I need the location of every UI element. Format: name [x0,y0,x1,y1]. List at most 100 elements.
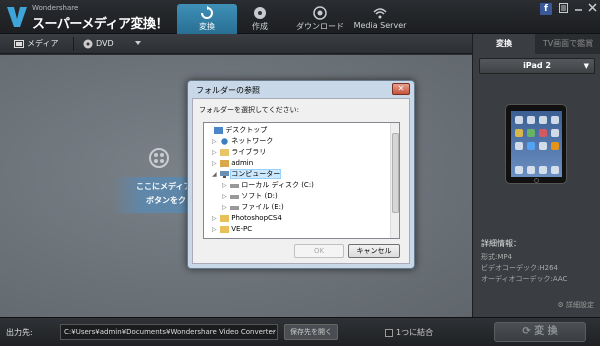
device-select-value: iPad 2 [523,61,551,70]
download-icon [313,6,327,20]
drop-hint-line1: ここにメディア [136,182,192,191]
tree-expander[interactable]: ▷ [212,213,218,224]
gear-icon: ⚙ [557,301,564,309]
toolbar-divider [73,37,74,51]
tree-item-drive-e[interactable]: ▷ ファイル (E:) [222,202,284,213]
output-label: 出力先: [6,328,33,337]
device-screen [511,111,562,177]
device-select[interactable]: iPad 2 ▼ [479,58,595,74]
tab-download-label: ダウンロード [296,22,344,31]
advanced-settings-link[interactable]: ⚙ 詳細設定 [557,300,594,310]
output-path-field[interactable]: C:¥Users¥admin¥Documents¥Wondershare Vid… [60,324,278,340]
tree-expander[interactable]: ▷ [222,202,228,213]
dialog-close-button[interactable]: ✕ [392,83,410,95]
drop-hint-line2: ボタンをク [146,196,186,205]
tree-expander[interactable]: ▷ [212,136,218,147]
tree-item-label: ローカル ディスク (C:) [241,181,314,189]
tree-expander[interactable]: ▷ [222,191,228,202]
dialog-body: フォルダーを選択してください: デスクトップ ▷ ネットワーク ▷ ライブラリ … [192,98,410,264]
tree-expander[interactable]: ◢ [212,169,218,180]
convert-button[interactable]: ⟳ 変 換 [494,322,586,342]
tree-expander[interactable]: ▷ [212,158,218,169]
device-preview-image [505,104,567,184]
dvd-dropdown-button[interactable] [134,37,142,51]
user-folder-icon [220,159,230,167]
tree-expander[interactable]: ▷ [212,224,218,235]
brand-title: スーパーメディア変換！ [32,17,168,32]
tree-expander[interactable]: ▷ [222,180,228,191]
drive-icon [230,183,240,188]
tree-item-label: コンピューター [230,169,282,179]
folder-icon [220,225,230,233]
tree-item-drive-d[interactable]: ▷ ソフト (D:) [222,191,278,202]
tab-output-convert[interactable]: 変換 [473,34,535,54]
minimize-icon[interactable] [572,3,584,15]
tab-convert-label: 変換 [199,22,215,31]
network-icon [221,137,228,145]
browse-path-button[interactable]: ··· [269,328,276,336]
merge-label: 1つに結合 [396,328,434,337]
ok-button[interactable]: OK [294,244,344,258]
open-folder-button[interactable]: 保存先を開く [284,324,338,340]
tab-download[interactable]: ダウンロード [290,4,350,34]
facebook-icon[interactable]: f [540,3,552,15]
tree-item-desktop[interactable]: デスクトップ [206,125,267,136]
merge-checkbox[interactable]: 1つに結合 [385,327,433,338]
dvd-icon [83,39,93,48]
tab-create[interactable]: 作成 [230,4,290,34]
tree-item-computer[interactable]: ◢ コンピューター [212,169,282,180]
chevron-down-icon [135,41,141,45]
scrollbar-thumb[interactable] [392,133,399,213]
convert-icon [201,6,213,19]
tree-item-label: PhotoshopCS4 [231,214,282,222]
drive-icon [230,194,240,199]
film-icon [149,148,169,168]
tree-scrollbar[interactable] [390,123,399,238]
cancel-button[interactable]: キャンセル [348,244,400,258]
dialog-instruction: フォルダーを選択してください: [199,106,299,114]
details-title: 詳細情報： [481,239,521,248]
tree-item-admin[interactable]: ▷ admin [212,158,253,169]
tab-media-server[interactable]: Media Server [350,4,410,34]
disc-icon [254,7,266,19]
tree-item-network[interactable]: ▷ ネットワーク [212,136,273,147]
load-dvd-button[interactable]: DVD [83,37,114,51]
tree-item-label: デスクトップ [225,126,268,134]
tree-item-label: admin [231,159,254,167]
tab-tv-view[interactable]: TV画面で鑑賞 [535,34,600,54]
tree-expander[interactable]: ▷ [212,147,218,158]
output-path-value: C:¥Users¥admin¥Documents¥Wondershare Vid… [64,328,277,336]
app-header: Wondershare スーパーメディア変換！ 変換 作成 ダウンロード Med… [0,0,600,34]
tab-create-label: 作成 [252,22,268,31]
menu-icon[interactable] [557,3,569,15]
tab-media-server-label: Media Server [353,21,407,30]
library-icon [220,148,230,156]
tree-item-label: ファイル (E:) [241,203,284,211]
home-button-icon [534,178,539,183]
wifi-icon [373,8,387,19]
tree-item-library[interactable]: ▷ ライブラリ [212,147,266,158]
folder-tree[interactable]: デスクトップ ▷ ネットワーク ▷ ライブラリ ▷ admin ◢ コンピュータ… [203,122,400,239]
add-media-button[interactable]: メディア [14,37,58,51]
tree-item-label: ソフト (D:) [241,192,278,200]
folder-icon [220,214,230,222]
bottom-bar: 出力先: C:¥Users¥admin¥Documents¥Wondershar… [0,317,600,346]
convert-label: 変 換 [534,326,558,337]
brand-company: Wondershare [32,4,79,12]
tree-item-ve-pc[interactable]: ▷ VE-PC [212,224,252,235]
checkbox-icon [385,328,393,337]
tree-item-photoshop[interactable]: ▷ PhotoshopCS4 [212,213,282,224]
dialog-title: フォルダーの参照 [196,86,260,95]
toolbar: メディア DVD [0,34,472,54]
advanced-settings-label: 詳細設定 [566,301,594,309]
add-media-label: メディア [27,39,59,48]
browse-folder-dialog: フォルダーの参照 ✕ フォルダーを選択してください: デスクトップ ▷ ネットワ… [187,80,415,269]
add-media-icon [14,39,24,48]
computer-icon [220,170,230,178]
app-logo-icon [7,7,27,27]
tree-item-drive-c[interactable]: ▷ ローカル ディスク (C:) [222,180,314,191]
detail-audio-codec: オーディオコーデック:AAC [481,275,568,283]
desktop-folder-icon [214,126,224,134]
tab-convert[interactable]: 変換 [177,4,237,34]
close-icon[interactable] [586,3,598,15]
